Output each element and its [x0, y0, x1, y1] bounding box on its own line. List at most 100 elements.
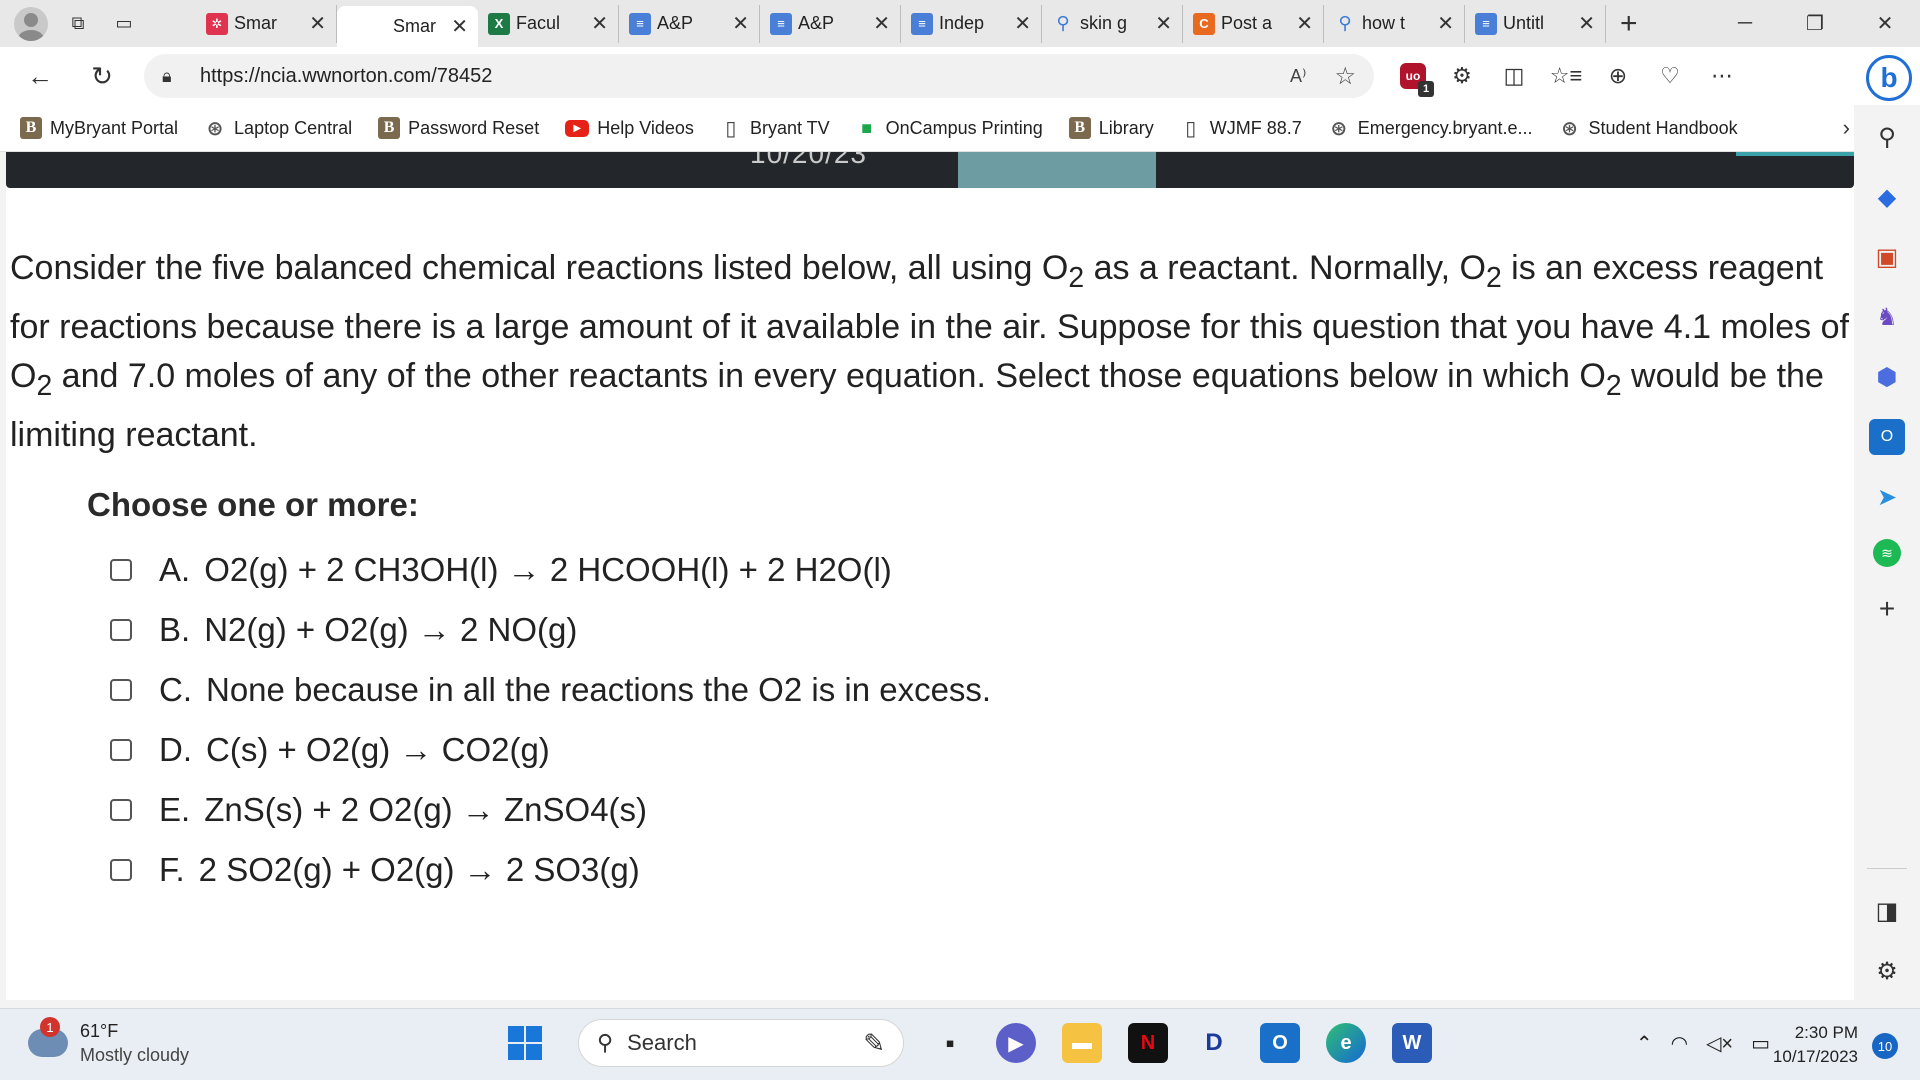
browser-tab[interactable]: X Facul ✕: [478, 4, 619, 43]
disney-plus-icon[interactable]: D: [1194, 1023, 1234, 1063]
close-tab-icon[interactable]: ✕: [591, 11, 608, 36]
choice-checkbox[interactable]: [110, 679, 132, 701]
wifi-icon[interactable]: ◠: [1671, 1031, 1688, 1056]
browser-tab[interactable]: ✲ Smar ✕: [196, 4, 337, 43]
close-window-button[interactable]: ✕: [1850, 0, 1920, 47]
favorite-link[interactable]: ▶ Help Videos: [565, 118, 694, 139]
favorite-link[interactable]: ▯ Bryant TV: [720, 117, 829, 140]
extensions-puzzle-icon[interactable]: ⚙: [1446, 60, 1478, 92]
netflix-icon[interactable]: N: [1128, 1023, 1168, 1063]
sidebar-settings-gear-icon[interactable]: ⚙: [1869, 953, 1905, 989]
hide-sidebar-icon[interactable]: ◨: [1869, 893, 1905, 929]
favorite-star-icon[interactable]: ☆: [1334, 62, 1356, 91]
shopping-tag-icon[interactable]: ◆: [1869, 179, 1905, 215]
new-tab-button[interactable]: +: [1606, 8, 1652, 39]
battery-icon[interactable]: ▭: [1751, 1031, 1770, 1056]
weather-widget[interactable]: 1 61°F Mostly cloudy: [28, 1017, 189, 1067]
edge-browser-icon[interactable]: e: [1326, 1023, 1366, 1063]
minimize-button[interactable]: ─: [1710, 0, 1780, 47]
search-icon[interactable]: ⚲: [1869, 119, 1905, 155]
choice-checkbox[interactable]: [110, 739, 132, 761]
browser-tab[interactable]: ≡ Indep ✕: [901, 4, 1042, 43]
browser-tab[interactable]: C Post a ✕: [1183, 4, 1324, 43]
outlook-icon[interactable]: O: [1869, 419, 1905, 455]
file-explorer-icon[interactable]: ▬: [1062, 1023, 1102, 1063]
b-logo-icon: B: [378, 117, 401, 139]
back-button[interactable]: ←: [18, 54, 62, 98]
choice-checkbox[interactable]: [110, 859, 132, 881]
answer-choice[interactable]: F. 2 SO2(g) + O2(g) → 2 SO3(g): [110, 840, 991, 900]
close-tab-icon[interactable]: ✕: [1155, 11, 1172, 36]
workspaces-icon[interactable]: ⧉: [62, 8, 94, 40]
ublock-extension-icon[interactable]: uo 1: [1400, 63, 1434, 97]
browser-tab[interactable]: ≡ Untitl ✕: [1465, 4, 1606, 43]
url-text[interactable]: https://ncia.wwnorton.com/78452: [200, 65, 1290, 88]
tab-label: A&P: [657, 13, 694, 33]
choice-checkbox[interactable]: [110, 619, 132, 641]
close-tab-icon[interactable]: ✕: [1014, 11, 1031, 36]
favorite-link[interactable]: ▯ WJMF 88.7: [1180, 117, 1302, 140]
favorite-link[interactable]: ■ OnCampus Printing: [856, 117, 1043, 139]
answer-choice[interactable]: E. ZnS(s) + 2 O2(g) → ZnSO4(s): [110, 780, 991, 840]
close-tab-icon[interactable]: ✕: [1578, 11, 1595, 36]
url-box[interactable]: 🔒︎ https://ncia.wwnorton.com/78452 A⁾ ☆: [144, 54, 1374, 98]
taskbar-search-label: Search: [627, 1030, 697, 1055]
choice-checkbox[interactable]: [110, 559, 132, 581]
outlook-taskbar-icon[interactable]: O: [1260, 1023, 1300, 1063]
browser-tab[interactable]: ≡ A&P ✕: [619, 4, 760, 43]
lock-icon[interactable]: 🔒︎: [162, 66, 186, 87]
favorites-more-chevron-icon[interactable]: ›: [1843, 115, 1850, 141]
collections-icon[interactable]: ⊕: [1602, 60, 1634, 92]
close-tab-icon[interactable]: ✕: [732, 11, 749, 36]
teams-chat-icon[interactable]: ▶: [996, 1023, 1036, 1063]
answer-choice[interactable]: B. N2(g) + O2(g) → 2 NO(g): [110, 600, 991, 660]
close-tab-icon[interactable]: ✕: [873, 11, 890, 36]
spotify-icon[interactable]: ≋: [1873, 539, 1901, 567]
close-tab-icon[interactable]: ✕: [1437, 11, 1454, 36]
favorite-link[interactable]: ⊛ Emergency.bryant.e...: [1328, 117, 1532, 140]
performance-heart-icon[interactable]: ♡: [1654, 60, 1686, 92]
youtube-icon: ▶: [565, 119, 590, 137]
doc-icon: ≡: [1475, 12, 1497, 35]
favorite-link[interactable]: ⊛ Student Handbook: [1559, 117, 1738, 140]
browser-tab[interactable]: ⚲ skin g ✕: [1042, 4, 1183, 43]
close-tab-icon[interactable]: ✕: [1296, 11, 1313, 36]
system-clock[interactable]: 2:30 PM 10/17/2023: [1773, 1021, 1858, 1069]
profile-avatar[interactable]: [14, 6, 48, 41]
more-menu-icon[interactable]: ⋯: [1706, 60, 1738, 92]
favorites-list-icon[interactable]: ☆≡: [1550, 60, 1583, 92]
add-sidebar-app-icon[interactable]: +: [1869, 591, 1905, 627]
choice-checkbox[interactable]: [110, 799, 132, 821]
browser-tab[interactable]: ≡ A&P ✕: [760, 4, 901, 43]
read-aloud-icon[interactable]: A⁾: [1290, 66, 1306, 87]
show-hidden-icons-chevron[interactable]: ⌃: [1636, 1031, 1653, 1056]
header-tab-block[interactable]: [958, 152, 1156, 188]
volume-muted-icon[interactable]: ◁×: [1706, 1031, 1733, 1056]
refresh-button[interactable]: ↻: [80, 54, 124, 98]
microsoft-365-icon[interactable]: ⬢: [1869, 359, 1905, 395]
notification-count-badge[interactable]: 10: [1872, 1033, 1898, 1059]
word-icon[interactable]: W: [1392, 1023, 1432, 1063]
bing-copilot-icon[interactable]: b: [1866, 55, 1912, 101]
doc-icon: ≡: [629, 12, 651, 35]
browser-tab[interactable]: ⚲ how t ✕: [1324, 4, 1465, 43]
close-tab-icon[interactable]: ✕: [451, 14, 468, 39]
games-icon[interactable]: ♞: [1869, 299, 1905, 335]
favorite-link[interactable]: B Password Reset: [378, 117, 539, 139]
windows-start-icon[interactable]: [508, 1026, 542, 1060]
task-view-icon[interactable]: ▪: [930, 1023, 970, 1063]
taskbar-search-box[interactable]: ⚲ Search ✎: [578, 1019, 904, 1067]
drop-send-icon[interactable]: ➤: [1869, 479, 1905, 515]
favorite-link[interactable]: B MyBryant Portal: [20, 117, 178, 139]
split-screen-icon[interactable]: ◫: [1498, 60, 1530, 92]
favorite-link[interactable]: ⊛ Laptop Central: [204, 117, 352, 140]
answer-choice[interactable]: A. O2(g) + 2 CH3OH(l) → 2 HCOOH(l) + 2 H2…: [110, 540, 991, 600]
tab-actions-icon[interactable]: ▭: [108, 8, 140, 40]
answer-choice[interactable]: C. None because in all the reactions the …: [110, 660, 991, 720]
answer-choice[interactable]: D. C(s) + O2(g) → CO2(g): [110, 720, 991, 780]
favorite-link[interactable]: B Library: [1068, 117, 1154, 139]
close-tab-icon[interactable]: ✕: [309, 11, 326, 36]
browser-tab[interactable]: Smar ✕: [337, 6, 478, 47]
tools-briefcase-icon[interactable]: ▣: [1869, 239, 1905, 275]
restore-button[interactable]: ❐: [1780, 0, 1850, 47]
